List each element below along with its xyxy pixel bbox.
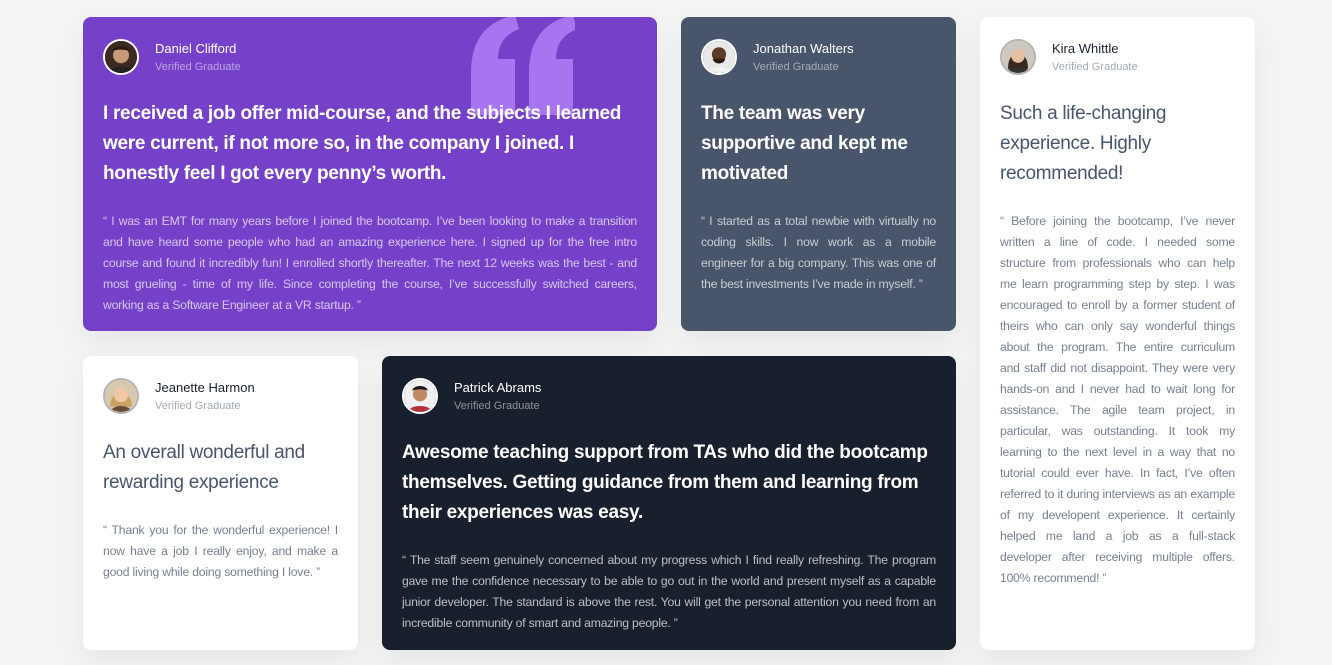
testimonial-quote: “ Before joining the bootcamp, I’ve neve… — [1000, 214, 1235, 585]
testimonial-card-jonathan: Jonathan Walters Verified Graduate The t… — [681, 17, 956, 331]
testimonial-quote: “ Thank you for the wonderful experience… — [103, 523, 338, 579]
testimonial-header: Jeanette Harmon Verified Graduate — [103, 376, 338, 416]
avatar — [103, 378, 139, 414]
testimonial-header: Kira Whittle Verified Graduate — [1000, 37, 1235, 77]
avatar — [1000, 39, 1036, 75]
avatar — [701, 39, 737, 75]
avatar-daniel-icon — [105, 41, 137, 73]
testimonial-title: Awesome teaching support from TAs who di… — [402, 442, 928, 523]
avatar-jeanette-icon — [105, 380, 137, 412]
author-name: Jonathan Walters — [753, 40, 854, 56]
author-role: Verified Graduate — [753, 60, 839, 73]
avatar — [402, 378, 438, 414]
avatar — [103, 39, 139, 75]
testimonial-quote: “ I started as a total newbie with virtu… — [701, 214, 936, 291]
avatar-kira-icon — [1002, 41, 1034, 73]
avatar-patrick-icon — [404, 380, 436, 412]
author-name: Daniel Clifford — [155, 40, 237, 56]
testimonial-header: Jonathan Walters Verified Graduate — [701, 37, 936, 77]
testimonial-card-daniel: Daniel Clifford Verified Graduate I rece… — [83, 17, 657, 331]
author-role: Verified Graduate — [155, 60, 241, 73]
testimonial-card-kira: Kira Whittle Verified Graduate Such a li… — [980, 17, 1255, 650]
avatar-jonathan-icon — [703, 41, 735, 73]
testimonial-title: I received a job offer mid-course, and t… — [103, 103, 622, 184]
testimonial-title: Such a life-changing experience. Highly … — [1000, 103, 1167, 184]
author-role: Verified Graduate — [155, 399, 241, 412]
testimonial-title: An overall wonderful and rewarding exper… — [103, 442, 305, 493]
author-role: Verified Graduate — [1052, 60, 1138, 73]
testimonial-card-patrick: Patrick Abrams Verified Graduate Awesome… — [382, 356, 956, 650]
testimonial-quote: “ I was an EMT for many years before I j… — [103, 214, 637, 312]
author-name: Patrick Abrams — [454, 379, 542, 395]
author-name: Kira Whittle — [1052, 40, 1119, 56]
author-role: Verified Graduate — [454, 399, 540, 412]
testimonial-quote: “ The staff seem genuinely concerned abo… — [402, 553, 936, 630]
testimonial-card-jeanette: Jeanette Harmon Verified Graduate An ove… — [83, 356, 358, 650]
author-name: Jeanette Harmon — [155, 379, 255, 395]
testimonial-header: Patrick Abrams Verified Graduate — [402, 376, 936, 416]
testimonial-header: Daniel Clifford Verified Graduate — [103, 37, 637, 77]
testimonial-title: The team was very supportive and kept me… — [701, 103, 908, 184]
